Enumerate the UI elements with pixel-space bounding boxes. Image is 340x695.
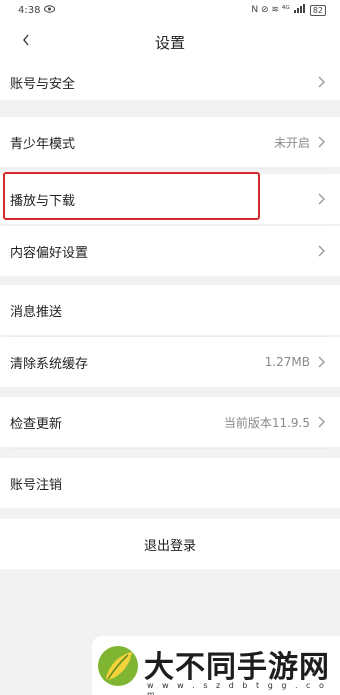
item-right: 当前版本11.9.5 [224, 414, 326, 431]
check-update-label: 检查更新 [10, 416, 63, 432]
status-right: N ⊘ ≋ ⁴ᴳ 82 [251, 4, 326, 16]
clear-cache-item[interactable]: 清除系统缓存 1.27MB [0, 337, 340, 387]
battery-icon: 82 [309, 4, 326, 16]
cache-size-value: 1.27MB [264, 355, 310, 369]
status-bar: 4:38 N ⊘ ≋ ⁴ᴳ 82 [0, 0, 340, 20]
message-push-item[interactable]: 消息推送 [0, 285, 340, 335]
item-right [316, 192, 326, 206]
teen-mode-value: 未开启 [273, 135, 310, 150]
chevron-right-icon [318, 245, 325, 257]
nav-bar: 设置 [0, 20, 340, 64]
chevron-left-icon [22, 31, 30, 50]
watermark-title: 大不同手游网 [144, 650, 330, 685]
clear-cache-label: 清除系统缓存 [10, 356, 89, 372]
chevron-right-icon [318, 356, 325, 368]
item-right [316, 244, 326, 258]
logout-label: 退出登录 [143, 538, 196, 554]
item-right: 1.27MB [265, 355, 326, 369]
content-preferences-item[interactable]: 内容偏好设置 [0, 226, 340, 276]
account-security-label: 账号与安全 [10, 76, 76, 92]
account-cancel-label: 账号注销 [10, 477, 63, 493]
divider [10, 168, 330, 169]
status-time: 4:38 [18, 4, 41, 16]
teen-mode-item[interactable]: 青少年模式 未开启 [0, 117, 340, 167]
eye-icon [44, 4, 56, 16]
content-preferences-label: 内容偏好设置 [10, 245, 89, 261]
item-right [316, 75, 326, 89]
chevron-right-icon [318, 193, 325, 205]
chevron-right-icon [318, 76, 325, 88]
status-indicators: N ⊘ ≋ ⁴ᴳ [251, 5, 290, 15]
divider [10, 448, 330, 449]
chevron-right-icon [318, 416, 325, 428]
logout-button[interactable]: 退出登录 [0, 519, 340, 569]
current-version-value: 当前版本11.9.5 [223, 415, 310, 430]
message-push-label: 消息推送 [10, 304, 63, 320]
account-cancel-item[interactable]: 账号注销 [0, 458, 340, 508]
teen-mode-label: 青少年模式 [10, 136, 76, 152]
signal-icon [293, 4, 306, 16]
watermark: 大不同手游网 w w w . s z d b t g g . c o m [92, 636, 340, 695]
back-button[interactable] [14, 28, 38, 52]
check-update-item[interactable]: 检查更新 当前版本11.9.5 [0, 397, 340, 447]
item-right: 未开启 [274, 134, 326, 151]
watermark-url: w w w . s z d b t g g . c o m [147, 681, 327, 695]
battery-level: 82 [312, 5, 323, 15]
page-title: 设置 [154, 33, 185, 52]
highlight-box [3, 172, 260, 220]
account-security-item[interactable]: 账号与安全 [0, 64, 340, 100]
chevron-right-icon [318, 136, 325, 148]
status-left: 4:38 [18, 4, 56, 16]
leaf-logo-icon [98, 646, 138, 686]
